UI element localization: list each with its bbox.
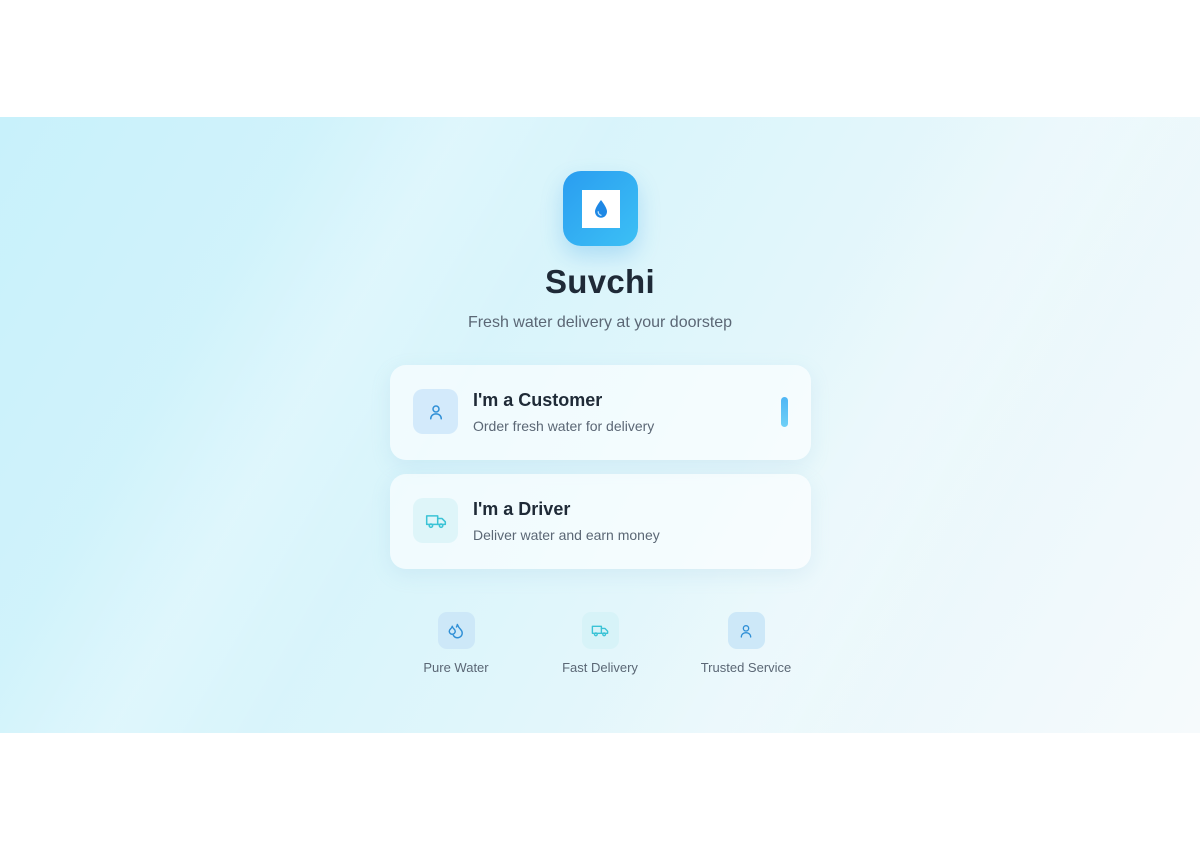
truck-icon (591, 625, 609, 637)
pure-water-icon-tile (437, 612, 475, 649)
fast-delivery-icon-tile (581, 612, 619, 649)
page: Suvchi Fresh water delivery at your door… (0, 0, 1200, 850)
customer-card-description: Order fresh water for delivery (473, 418, 655, 434)
app-title: Suvchi (544, 263, 655, 300)
water-drop-icon (594, 199, 607, 218)
logo-inner-panel (581, 189, 620, 228)
user-icon (429, 404, 442, 419)
app-logo (563, 171, 638, 246)
driver-icon-tile (413, 498, 458, 543)
customer-role-card[interactable]: I'm a Customer Order fresh water for del… (390, 365, 811, 460)
driver-role-card[interactable]: I'm a Driver Deliver water and earn mone… (390, 474, 811, 569)
droplets-icon (448, 623, 463, 638)
truck-icon (425, 514, 446, 528)
feature-trusted-service: Trusted Service (676, 612, 816, 675)
feature-pure-water: Pure Water (386, 612, 526, 675)
welcome-screen: Suvchi Fresh water delivery at your door… (0, 117, 1200, 733)
trusted-service-icon-tile (727, 612, 765, 649)
app-tagline: Fresh water delivery at your doorstep (467, 314, 733, 331)
feature-label: Pure Water (423, 660, 489, 675)
customer-icon-tile (413, 389, 458, 434)
feature-fast-delivery: Fast Delivery (530, 612, 670, 675)
driver-card-title: I'm a Driver (473, 499, 571, 519)
customer-card-title: I'm a Customer (473, 390, 603, 410)
user-icon (740, 624, 752, 638)
feature-label: Fast Delivery (562, 660, 638, 675)
feature-label: Trusted Service (700, 660, 792, 675)
selected-indicator (781, 397, 788, 427)
driver-card-description: Deliver water and earn money (473, 527, 660, 543)
